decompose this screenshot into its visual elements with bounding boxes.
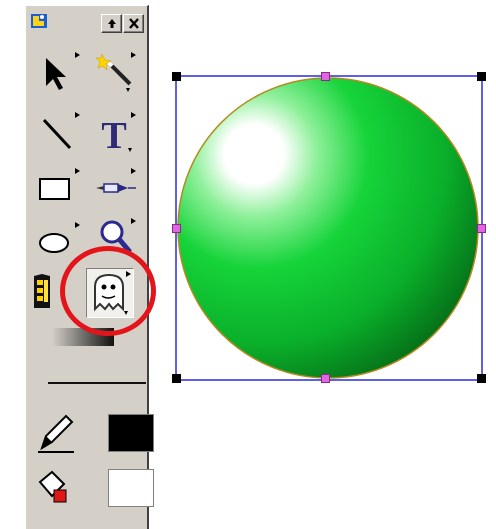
up-arrow-icon <box>108 19 116 28</box>
gradient-icon <box>52 328 114 346</box>
handle-bottom-left[interactable] <box>172 374 181 383</box>
stroke-width-line <box>48 382 146 384</box>
stroke-color-swatch[interactable] <box>108 414 154 452</box>
tool-zoom[interactable] <box>94 216 138 260</box>
fill-color-swatch[interactable] <box>108 469 154 507</box>
svg-text:T: T <box>101 115 126 154</box>
tool-ellipse[interactable] <box>38 220 82 264</box>
tool-palette: T <box>25 5 154 529</box>
tool-rectangle[interactable] <box>38 166 82 210</box>
pen-icon <box>38 414 74 453</box>
handle-top-middle[interactable] <box>321 72 330 81</box>
green-sphere[interactable] <box>177 77 479 379</box>
flyout-indicator <box>75 222 80 228</box>
handle-top-left[interactable] <box>172 72 181 81</box>
tool-text[interactable]: T <box>94 110 138 154</box>
tool-gradient[interactable] <box>52 324 116 350</box>
tool-magic-wand[interactable] <box>94 50 138 94</box>
flyout-indicator <box>131 218 136 224</box>
app-logo-icon <box>31 14 47 28</box>
flyout-indicator <box>75 168 80 174</box>
handle-middle-left[interactable] <box>172 224 181 233</box>
tool-line[interactable] <box>38 110 82 154</box>
handle-bottom-right[interactable] <box>477 374 486 383</box>
close-button[interactable] <box>123 14 144 33</box>
tool-select[interactable] <box>38 50 82 94</box>
dock-button[interactable] <box>101 14 122 33</box>
flyout-indicator <box>75 112 80 118</box>
flyout-indicator <box>131 168 136 174</box>
flyout-indicator <box>126 271 131 277</box>
tool-ghost[interactable] <box>86 268 134 318</box>
flyout-indicator <box>131 52 136 58</box>
handle-middle-right[interactable] <box>477 224 486 233</box>
tool-pen[interactable] <box>94 166 138 210</box>
handle-top-right[interactable] <box>477 72 486 81</box>
handle-bottom-middle[interactable] <box>321 374 330 383</box>
tool-film[interactable] <box>32 268 76 312</box>
close-icon <box>129 18 139 29</box>
stroke-pen-icon-button[interactable] <box>34 410 78 454</box>
film-strip-icon <box>34 274 50 308</box>
flyout-indicator <box>75 52 80 58</box>
paint-bucket-icon <box>38 470 67 503</box>
fill-bucket-icon-button[interactable] <box>34 466 78 510</box>
flyout-indicator <box>131 112 136 118</box>
canvas-artwork <box>175 75 483 381</box>
palette-title-bar[interactable] <box>26 6 148 36</box>
